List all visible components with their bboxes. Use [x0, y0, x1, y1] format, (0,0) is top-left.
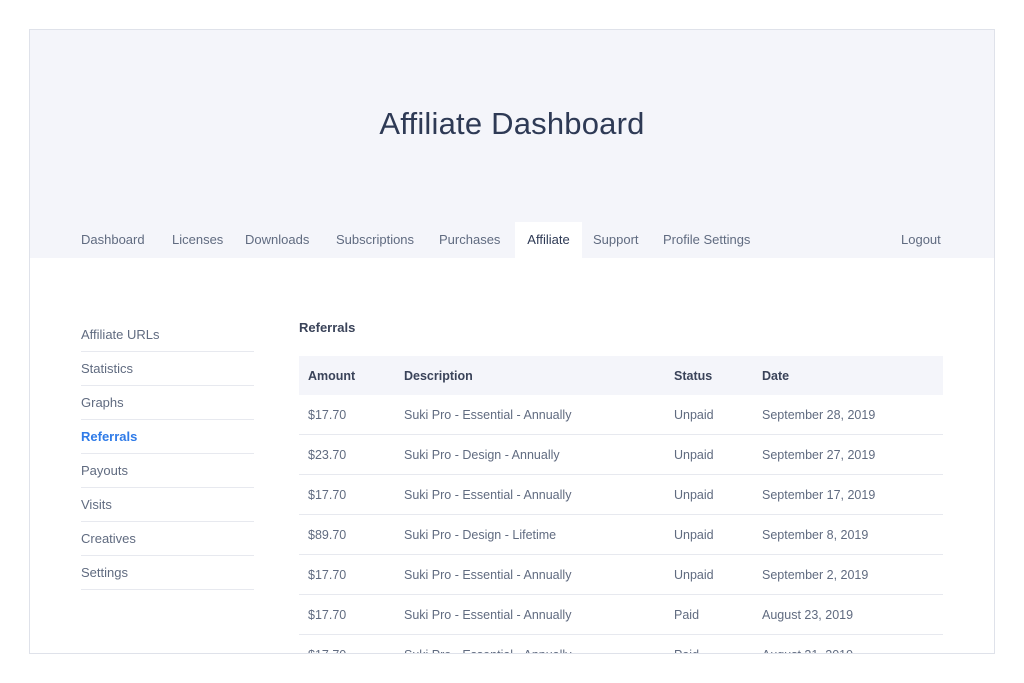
table-row: $17.70 Suki Pro - Essential - Annually U…: [299, 395, 943, 435]
nav-item-support[interactable]: Support: [593, 222, 639, 258]
sidebar-item-affiliate-urls[interactable]: Affiliate URLs: [81, 318, 254, 352]
column-header-description: Description: [404, 356, 674, 395]
sidebar-item-settings[interactable]: Settings: [81, 556, 254, 590]
cell-amount: $89.70: [299, 514, 404, 555]
cell-status: Paid: [674, 634, 762, 653]
cell-description: Suki Pro - Design - Lifetime: [404, 514, 674, 555]
sidebar-item-referrals[interactable]: Referrals: [81, 420, 254, 454]
cell-amount: $17.70: [299, 634, 404, 653]
page-title: Affiliate Dashboard: [379, 106, 645, 141]
sidebar-item-payouts[interactable]: Payouts: [81, 454, 254, 488]
table-header-row: Amount Description Status Date: [299, 356, 943, 395]
table-row: $89.70 Suki Pro - Design - Lifetime Unpa…: [299, 514, 943, 555]
cell-amount: $17.70: [299, 594, 404, 635]
cell-date: September 17, 2019: [762, 474, 943, 515]
cell-status: Unpaid: [674, 554, 762, 595]
nav-item-affiliate[interactable]: Affiliate: [515, 222, 582, 258]
cell-description: Suki Pro - Essential - Annually: [404, 474, 674, 515]
cell-date: September 27, 2019: [762, 434, 943, 475]
cell-description: Suki Pro - Essential - Annually: [404, 554, 674, 595]
sidebar-item-creatives[interactable]: Creatives: [81, 522, 254, 556]
cell-amount: $17.70: [299, 554, 404, 595]
nav-item-profile-settings[interactable]: Profile Settings: [663, 222, 750, 258]
cell-date: September 8, 2019: [762, 514, 943, 555]
table-row: $17.70 Suki Pro - Essential - Annually P…: [299, 594, 943, 635]
cell-amount: $17.70: [299, 395, 404, 435]
section-title: Referrals: [299, 320, 356, 335]
nav-item-downloads[interactable]: Downloads: [245, 222, 309, 258]
referrals-table: Amount Description Status Date $17.70 Su…: [299, 356, 943, 653]
cell-description: Suki Pro - Essential - Annually: [404, 634, 674, 653]
sidebar-item-visits[interactable]: Visits: [81, 488, 254, 522]
cell-date: September 2, 2019: [762, 554, 943, 595]
top-nav: Dashboard Licenses Downloads Subscriptio…: [70, 222, 954, 258]
column-header-amount: Amount: [299, 356, 404, 395]
nav-item-licenses[interactable]: Licenses: [172, 222, 223, 258]
sidebar: Affiliate URLs Statistics Graphs Referra…: [81, 318, 254, 590]
table-row: $17.70 Suki Pro - Essential - Annually P…: [299, 634, 943, 653]
cell-amount: $23.70: [299, 434, 404, 475]
sidebar-item-graphs[interactable]: Graphs: [81, 386, 254, 420]
cell-description: Suki Pro - Design - Annually: [404, 434, 674, 475]
cell-date: August 23, 2019: [762, 594, 943, 635]
cell-description: Suki Pro - Essential - Annually: [404, 395, 674, 435]
table-row: $23.70 Suki Pro - Design - Annually Unpa…: [299, 434, 943, 475]
cell-description: Suki Pro - Essential - Annually: [404, 594, 674, 635]
nav-item-subscriptions[interactable]: Subscriptions: [336, 222, 414, 258]
nav-item-dashboard[interactable]: Dashboard: [81, 222, 145, 258]
cell-status: Unpaid: [674, 434, 762, 475]
sidebar-item-statistics[interactable]: Statistics: [81, 352, 254, 386]
cell-status: Unpaid: [674, 514, 762, 555]
hero-header: Affiliate Dashboard Dashboard Licenses D…: [30, 30, 994, 258]
cell-status: Unpaid: [674, 474, 762, 515]
table-row: $17.70 Suki Pro - Essential - Annually U…: [299, 554, 943, 595]
nav-item-purchases[interactable]: Purchases: [439, 222, 500, 258]
logout-link[interactable]: Logout: [901, 222, 941, 258]
dashboard-frame: Affiliate Dashboard Dashboard Licenses D…: [29, 29, 995, 654]
cell-amount: $17.70: [299, 474, 404, 515]
column-header-date: Date: [762, 356, 943, 395]
column-header-status: Status: [674, 356, 762, 395]
table-row: $17.70 Suki Pro - Essential - Annually U…: [299, 474, 943, 515]
cell-status: Paid: [674, 594, 762, 635]
cell-status: Unpaid: [674, 395, 762, 435]
cell-date: August 21, 2019: [762, 634, 943, 653]
cell-date: September 28, 2019: [762, 395, 943, 435]
